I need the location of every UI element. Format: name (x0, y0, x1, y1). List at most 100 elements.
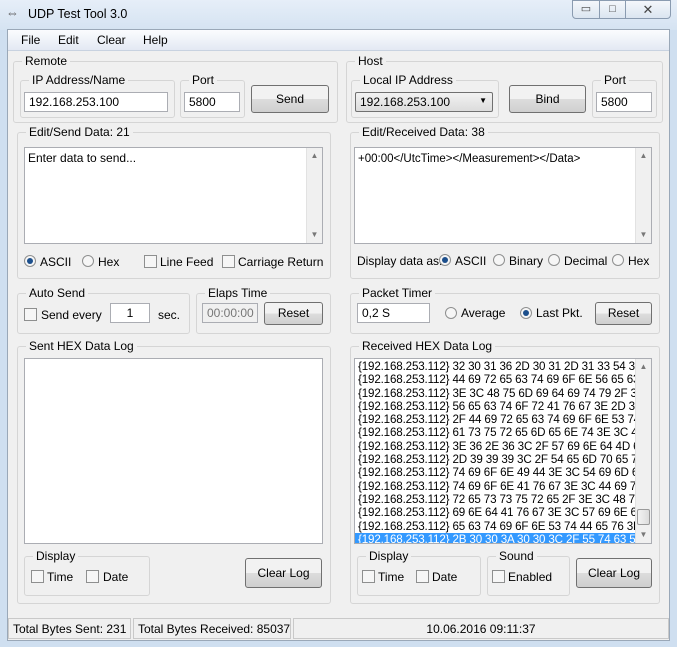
app-icon: ⇔ (6, 5, 19, 20)
scroll-down-icon[interactable]: ▼ (307, 227, 322, 243)
received-log-item[interactable]: {192.168.253.112} 32 30 31 36 2D 30 31 2… (355, 360, 637, 373)
received-log-item[interactable]: {192.168.253.112} 3E 36 2E 36 3C 2F 57 6… (355, 440, 637, 453)
packet-reset-button[interactable]: Reset (595, 302, 652, 325)
received-log-list[interactable]: {192.168.253.112} 32 30 31 36 2D 30 31 2… (354, 358, 652, 544)
display-decimal-radio[interactable] (548, 254, 560, 266)
send-hex-radio[interactable] (82, 255, 94, 267)
host-label: Host (355, 54, 386, 68)
title-bar[interactable]: ⇔ UDP Test Tool 3.0 ▭ □ ✕ (0, 0, 677, 30)
last-pkt-radio[interactable] (520, 307, 532, 319)
display-ascii-label: ASCII (455, 254, 487, 268)
sound-label: Sound (496, 549, 537, 563)
send-ascii-radio[interactable] (24, 255, 36, 267)
menu-file[interactable]: File (21, 33, 40, 47)
received-date-checkbox[interactable] (416, 570, 429, 583)
scroll-down-icon[interactable]: ▼ (636, 227, 651, 243)
send-data-textarea[interactable]: Enter data to send... ▲ ▼ (24, 147, 323, 244)
edit-send-label: Edit/Send Data: 21 (26, 125, 133, 139)
local-ip-select[interactable]: 192.168.253.100 ▼ (355, 92, 493, 112)
received-log-lines: {192.168.253.112} 32 30 31 36 2D 30 31 2… (355, 360, 637, 543)
bind-button[interactable]: Bind (509, 85, 586, 113)
send-interval-input[interactable]: 1 (110, 303, 150, 323)
send-button[interactable]: Send (251, 85, 329, 113)
sent-time-label: Time (47, 570, 74, 584)
host-port-label: Port (601, 73, 630, 87)
received-log-item[interactable]: {192.168.253.112} 3E 3C 48 75 6D 69 64 6… (355, 387, 637, 400)
carriage-return-label: Carriage Return (238, 255, 324, 269)
remote-label: Remote (22, 54, 71, 68)
received-data-textarea[interactable]: +00:00</UtcTime></Measurement></Data> ▲ ▼ (354, 147, 652, 244)
sent-date-label: Date (103, 570, 129, 584)
line-feed-checkbox[interactable] (144, 255, 157, 268)
total-bytes-received: Total Bytes Received: 85037 (133, 618, 291, 639)
scroll-up-icon[interactable]: ▲ (636, 359, 651, 375)
send-hex-label: Hex (98, 255, 120, 269)
display-decimal-label: Decimal (564, 254, 608, 268)
received-log-item[interactable]: {192.168.253.112} 65 63 74 69 6F 6E 53 7… (355, 520, 637, 533)
remote-port-label: Port (189, 73, 218, 87)
sent-date-checkbox[interactable] (86, 570, 99, 583)
send-every-checkbox[interactable] (24, 308, 37, 321)
send-data-scrollbar[interactable]: ▲ ▼ (306, 148, 322, 243)
received-log-item[interactable]: {192.168.253.112} 74 69 6F 6E 49 44 3E 3… (355, 466, 637, 479)
received-log-scrollbar[interactable]: ▲ ▼ (635, 359, 651, 543)
packet-timer-label: Packet Timer (359, 286, 436, 300)
close-button[interactable]: ✕ (625, 0, 671, 19)
display-binary-radio[interactable] (493, 254, 505, 266)
carriage-return-checkbox[interactable] (222, 255, 235, 268)
received-data-scrollbar[interactable]: ▲ ▼ (635, 148, 651, 243)
edit-received-label: Edit/Received Data: 38 (359, 125, 488, 139)
host-port-input[interactable]: 5800 (596, 92, 652, 112)
ip-address-input[interactable]: 192.168.253.100 (24, 92, 168, 112)
sent-time-checkbox[interactable] (31, 570, 44, 583)
sound-enabled-checkbox[interactable] (492, 570, 505, 583)
menu-edit[interactable]: Edit (58, 33, 79, 47)
sent-clear-log-button[interactable]: Clear Log (245, 558, 322, 588)
display-hex-radio[interactable] (612, 254, 624, 266)
status-bar: Total Bytes Sent: 231 Total Bytes Receiv… (8, 618, 669, 640)
received-time-checkbox[interactable] (362, 570, 375, 583)
received-log-item[interactable]: {192.168.253.112} 72 65 73 73 75 72 65 2… (355, 493, 637, 506)
scroll-up-icon[interactable]: ▲ (307, 148, 322, 164)
received-log-item[interactable]: {192.168.253.112} 44 69 72 65 63 74 69 6… (355, 373, 637, 386)
scroll-up-icon[interactable]: ▲ (636, 148, 651, 164)
minimize-button[interactable]: ▭ (572, 0, 600, 19)
received-log-item[interactable]: {192.168.253.112} 2F 44 69 72 65 63 74 6… (355, 413, 637, 426)
received-clear-log-button[interactable]: Clear Log (576, 558, 652, 588)
received-display-label: Display (366, 549, 412, 563)
menu-help[interactable]: Help (143, 33, 168, 47)
local-ip-value: 192.168.253.100 (360, 95, 451, 109)
received-time-label: Time (378, 570, 405, 584)
ip-address-label: IP Address/Name (29, 73, 129, 87)
elaps-reset-button[interactable]: Reset (264, 302, 323, 325)
sent-display-label: Display (33, 549, 79, 563)
sent-log-label: Sent HEX Data Log (26, 339, 137, 353)
received-log-item[interactable]: {192.168.253.112} 61 73 75 72 65 6D 65 6… (355, 426, 637, 439)
received-log-item[interactable]: {192.168.253.112} 69 6E 64 41 76 67 3E 3… (355, 506, 637, 519)
elaps-time-value: 00:00:00 (202, 303, 258, 323)
received-log-label: Received HEX Data Log (359, 339, 496, 353)
received-log-item[interactable]: {192.168.253.112} 2B 30 30 3A 30 30 3C 2… (355, 532, 637, 543)
average-label: Average (461, 306, 506, 320)
local-ip-label: Local IP Address (360, 73, 456, 87)
chevron-down-icon: ▼ (479, 96, 487, 105)
send-data-placeholder: Enter data to send... (28, 151, 137, 165)
received-log-item[interactable]: {192.168.253.112} 74 69 6F 6E 41 76 67 3… (355, 480, 637, 493)
sound-enabled-label: Enabled (508, 570, 553, 584)
menu-clear[interactable]: Clear (97, 33, 126, 47)
last-pkt-label: Last Pkt. (536, 306, 583, 320)
packet-timer-value: 0,2 S (357, 303, 430, 323)
sent-log-list[interactable] (24, 358, 323, 544)
display-ascii-radio[interactable] (439, 254, 451, 266)
remote-port-input[interactable]: 5800 (184, 92, 240, 112)
maximize-button[interactable]: □ (599, 0, 626, 19)
scroll-down-icon[interactable]: ▼ (636, 527, 651, 543)
average-radio[interactable] (445, 307, 457, 319)
total-bytes-sent: Total Bytes Sent: 231 (8, 618, 131, 639)
send-every-label: Send every (41, 308, 102, 322)
received-log-item[interactable]: {192.168.253.112} 56 65 63 74 6F 72 41 7… (355, 400, 637, 413)
status-datetime: 10.06.2016 09:11:37 (293, 618, 669, 639)
scroll-thumb[interactable] (637, 509, 650, 525)
received-log-item[interactable]: {192.168.253.112} 2D 39 39 39 3C 2F 54 6… (355, 453, 637, 466)
display-as-label: Display data as: (357, 254, 443, 268)
